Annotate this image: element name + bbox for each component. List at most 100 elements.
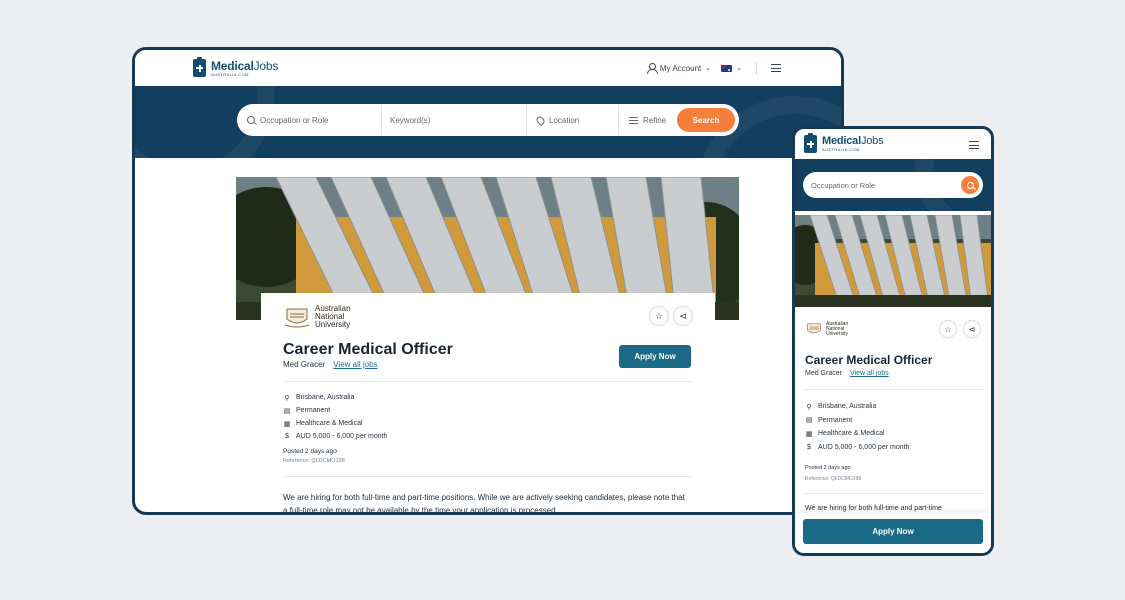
location-pin-icon: ⚲ <box>284 394 290 402</box>
detail-work-type: ▤ Permanent <box>283 404 387 417</box>
search-hero: Occupation or Role Keyword(s) Location R… <box>135 86 841 158</box>
chevron-down-icon: ⌄ <box>705 65 712 72</box>
keyword-placeholder: Keyword(s) <box>390 115 431 125</box>
view-all-jobs-link[interactable]: View all jobs <box>850 370 889 377</box>
refine-label: Refine <box>643 115 667 125</box>
search-icon <box>247 116 255 124</box>
company-logo[interactable]: Australian National University <box>283 305 351 329</box>
site-logo[interactable]: MedicalJobs AUSTRALIA.COM <box>804 133 884 153</box>
job-card: Australian National University ☆ ⊲ Caree… <box>261 293 715 515</box>
logo-tagline: AUSTRALIA.COM <box>211 71 249 77</box>
advertiser-name: Med Gracer <box>283 360 326 369</box>
sliders-icon <box>629 116 638 124</box>
job-description-preview: We are hiring for both full-time and par… <box>805 505 942 512</box>
job-reference: Reference: QLDCMO198 <box>805 476 862 482</box>
occupation-placeholder: Occupation or Role <box>811 180 876 190</box>
detail-salary-text: AUD 5,000 - 6,000 per month <box>296 433 388 440</box>
detail-work-type-text: Permanent <box>296 407 331 414</box>
hamburger-menu-icon[interactable] <box>771 64 781 72</box>
building-icon: ▦ <box>805 430 813 438</box>
share-icon: ⊲ <box>679 310 687 321</box>
site-logo[interactable]: MedicalJobs AUSTRALIA.COM <box>193 57 279 77</box>
hamburger-menu-icon[interactable] <box>969 141 979 149</box>
company-banner-image <box>795 215 991 307</box>
sticky-apply-bar: Apply Now <box>795 513 991 553</box>
mobile-header: MedicalJobs AUSTRALIA.COM <box>795 129 991 159</box>
advertiser-name: Med Gracer <box>805 370 842 377</box>
logo-name-bold: Medical <box>211 58 254 73</box>
university-crest-icon <box>284 308 310 328</box>
mobile-search-hero: Occupation or Role <box>795 159 991 211</box>
mobile-frame: MedicalJobs AUSTRALIA.COM Occupation or … <box>792 126 994 556</box>
posted-date: Posted 2 days ago <box>283 448 337 455</box>
logo-tagline: AUSTRALIA.COM <box>822 147 860 152</box>
job-details-list: ⚲ Brisbane, Australia ▤ Permanent ▦ Heal… <box>805 400 910 455</box>
star-icon: ☆ <box>654 310 664 321</box>
search-bar: Occupation or Role Keyword(s) Location R… <box>237 104 739 136</box>
divider <box>283 381 691 382</box>
job-title: Career Medical Officer <box>283 341 453 358</box>
dollar-icon: $ <box>807 443 811 451</box>
job-details-list: ⚲ Brisbane, Australia ▤ Permanent ▦ Heal… <box>283 391 388 443</box>
keyword-field[interactable]: Keyword(s) <box>382 104 527 136</box>
australia-flag-icon <box>721 64 733 72</box>
location-pin-icon: ⚲ <box>806 403 812 411</box>
briefcase-icon: ▤ <box>283 407 291 415</box>
logo-name-light: Jobs <box>860 135 884 147</box>
country-selector[interactable]: ⌄ <box>721 64 742 72</box>
divider <box>756 61 757 75</box>
job-description-line-2: a full-time role may not be available by… <box>283 506 558 515</box>
building-icon: ▦ <box>283 420 291 428</box>
apply-now-button[interactable]: Apply Now <box>619 345 691 368</box>
occupation-search-input[interactable]: Occupation or Role <box>803 172 983 198</box>
posted-date: Posted 2 days ago <box>805 465 851 471</box>
my-account-menu[interactable]: My Account ⌄ <box>646 63 712 74</box>
save-job-button[interactable]: ☆ <box>939 320 957 338</box>
company-name-line-3: University <box>315 320 351 329</box>
detail-location-text: Brisbane, Australia <box>296 394 355 401</box>
desktop-frame: MedicalJobs AUSTRALIA.COM My Account ⌄ ⌄ <box>132 47 844 515</box>
share-icon: ⊲ <box>968 324 976 334</box>
medical-clipboard-icon <box>193 57 206 77</box>
briefcase-icon: ▤ <box>805 417 813 425</box>
detail-salary: $ AUD 5,000 - 6,000 per month <box>283 430 387 443</box>
save-job-button[interactable]: ☆ <box>649 306 669 326</box>
divider <box>805 493 985 494</box>
location-placeholder: Location <box>549 115 580 125</box>
medical-clipboard-icon <box>804 133 817 153</box>
detail-salary: $ AUD 5,000 - 6,000 per month <box>805 441 909 455</box>
search-button[interactable]: Search <box>677 108 735 132</box>
job-title: Career Medical Officer <box>805 353 933 367</box>
company-logo[interactable]: Australian National University <box>805 321 848 337</box>
job-reference: Reference: QLDCMO198 <box>283 458 345 464</box>
desktop-header: MedicalJobs AUSTRALIA.COM My Account ⌄ ⌄ <box>135 50 841 86</box>
share-job-button[interactable]: ⊲ <box>963 320 981 338</box>
search-icon <box>966 181 974 189</box>
divider <box>805 389 985 390</box>
my-account-label: My Account <box>659 63 702 73</box>
job-description-line-1: We are hiring for both full-time and par… <box>283 493 685 502</box>
detail-work-type: ▤ Permanent <box>805 414 909 428</box>
detail-location-text: Brisbane, Australia <box>818 403 877 411</box>
detail-work-type-text: Permanent <box>818 416 853 424</box>
job-description: We are hiring for both full-time and par… <box>283 491 693 515</box>
detail-category-text: Healthcare & Medical <box>818 430 885 438</box>
detail-salary-text: AUD 5,000 - 6,000 per month <box>818 443 910 451</box>
detail-location: ⚲ Brisbane, Australia <box>283 391 387 404</box>
detail-category-text: Healthcare & Medical <box>296 420 363 427</box>
chevron-down-icon: ⌄ <box>736 65 742 72</box>
search-button[interactable] <box>961 176 979 194</box>
location-pin-icon <box>534 114 547 126</box>
logo-name-light: Jobs <box>253 58 279 73</box>
share-job-button[interactable]: ⊲ <box>673 306 693 326</box>
logo-name-bold: Medical <box>822 135 861 147</box>
divider <box>283 476 691 477</box>
location-field[interactable]: Location <box>527 104 619 136</box>
view-all-jobs-link[interactable]: View all jobs <box>333 360 377 369</box>
university-crest-icon <box>807 323 821 334</box>
refine-button[interactable]: Refine <box>619 104 677 136</box>
occupation-field[interactable]: Occupation or Role <box>237 104 382 136</box>
user-icon <box>646 63 658 74</box>
apply-now-button[interactable]: Apply Now <box>803 519 983 544</box>
detail-category: ▦ Healthcare & Medical <box>805 427 909 441</box>
